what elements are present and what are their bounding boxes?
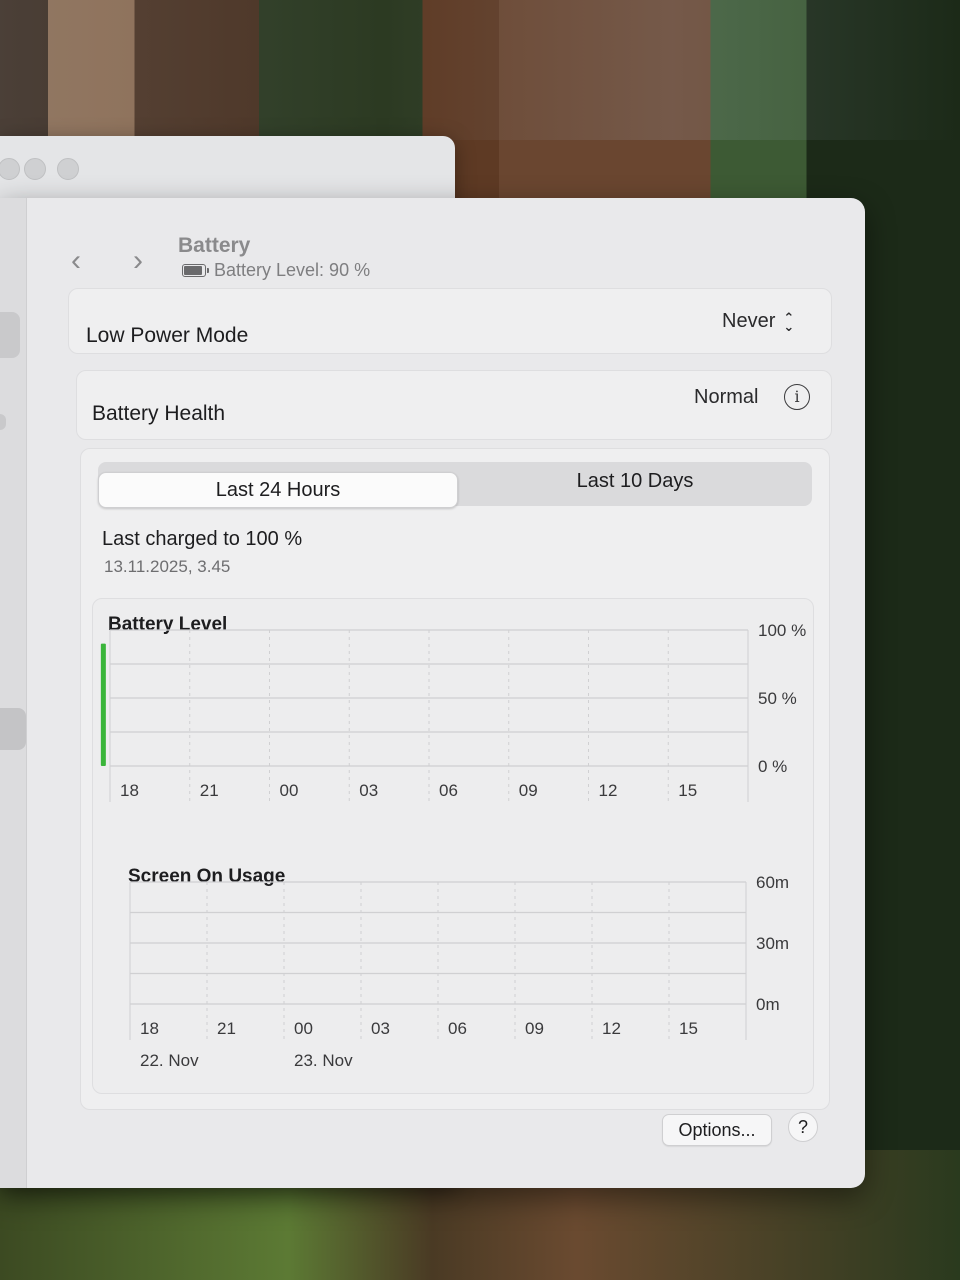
battery-icon xyxy=(182,264,209,277)
x-tick-label: 09 xyxy=(519,781,538,800)
battery-level-bar xyxy=(100,643,106,766)
tab-last-24-hours[interactable]: Last 24 Hours xyxy=(98,472,458,508)
x-tick-label: 15 xyxy=(678,781,697,800)
x-tick-label: 03 xyxy=(371,1019,390,1038)
y-tick-label: 60m xyxy=(756,873,789,892)
x-tick-label: 21 xyxy=(200,781,219,800)
y-tick-label: 50 % xyxy=(758,689,797,708)
y-tick-label: 100 % xyxy=(758,621,806,640)
x-tick-label: 00 xyxy=(280,781,299,800)
sidebar-item[interactable] xyxy=(0,312,20,358)
wallpaper-sky xyxy=(0,0,960,140)
chevron-left-icon: ‹ xyxy=(71,244,81,277)
x-tick-label: 00 xyxy=(294,1019,313,1038)
page-title: Battery xyxy=(178,234,251,257)
x-tick-label: 03 xyxy=(359,781,378,800)
battery-health-label: Battery Health xyxy=(92,402,226,425)
low-power-mode-popup[interactable]: Never ⌃ ⌄ xyxy=(722,310,794,333)
x-tick-label: 15 xyxy=(679,1019,698,1038)
last-charged-label: Last charged to 100 % xyxy=(102,528,303,550)
sidebar-item-selected[interactable] xyxy=(0,708,26,750)
last-charged-date: 13.11.2025, 3.45 xyxy=(104,557,231,576)
battery-health-value: Normal xyxy=(694,386,759,408)
window-control-dot[interactable] xyxy=(57,158,79,180)
battery-level-text: Battery Level: 90 % xyxy=(214,260,371,280)
window-control-dot[interactable] xyxy=(24,158,46,180)
date-label: 22. Nov xyxy=(140,1051,199,1070)
battery-level-chart: 18 21 00 03 06 09 12 15 100 % 50 % 0 % xyxy=(100,621,806,802)
low-power-mode-value: Never xyxy=(722,310,776,332)
x-tick-label: 12 xyxy=(602,1019,621,1038)
x-tick-label: 18 xyxy=(140,1019,159,1038)
sidebar xyxy=(0,198,27,1188)
low-power-mode-label: Low Power Mode xyxy=(86,324,249,347)
time-range-segmented-control: Last 24 Hours Last 10 Days xyxy=(98,462,812,508)
y-tick-label: 0m xyxy=(756,995,780,1014)
x-tick-label: 06 xyxy=(448,1019,467,1038)
date-label: 23. Nov xyxy=(294,1051,353,1070)
back-button[interactable]: ‹ xyxy=(62,244,90,278)
x-tick-label: 12 xyxy=(599,781,618,800)
info-icon[interactable]: i xyxy=(784,384,810,410)
y-tick-label: 30m xyxy=(756,934,789,953)
up-down-chevron-icon: ⌃ ⌄ xyxy=(783,309,795,334)
x-tick-label: 09 xyxy=(525,1019,544,1038)
x-tick-label: 18 xyxy=(120,781,139,800)
y-tick-label: 0 % xyxy=(758,757,787,776)
options-button[interactable]: Options... xyxy=(662,1114,772,1146)
forward-button[interactable]: › xyxy=(124,244,152,278)
tab-last-10-days[interactable]: Last 10 Days xyxy=(458,464,812,498)
x-tick-label: 06 xyxy=(439,781,458,800)
battery-level-summary: Battery Level: 90 % xyxy=(182,260,370,281)
sidebar-item[interactable] xyxy=(0,414,6,430)
chevron-right-icon: › xyxy=(133,244,143,277)
screen-on-usage-chart: 18 21 00 03 06 09 12 15 60m 30m 0m 22. Nov 23. Nov xyxy=(129,873,789,1070)
x-tick-label: 21 xyxy=(217,1019,236,1038)
help-button[interactable]: ? xyxy=(788,1112,818,1142)
